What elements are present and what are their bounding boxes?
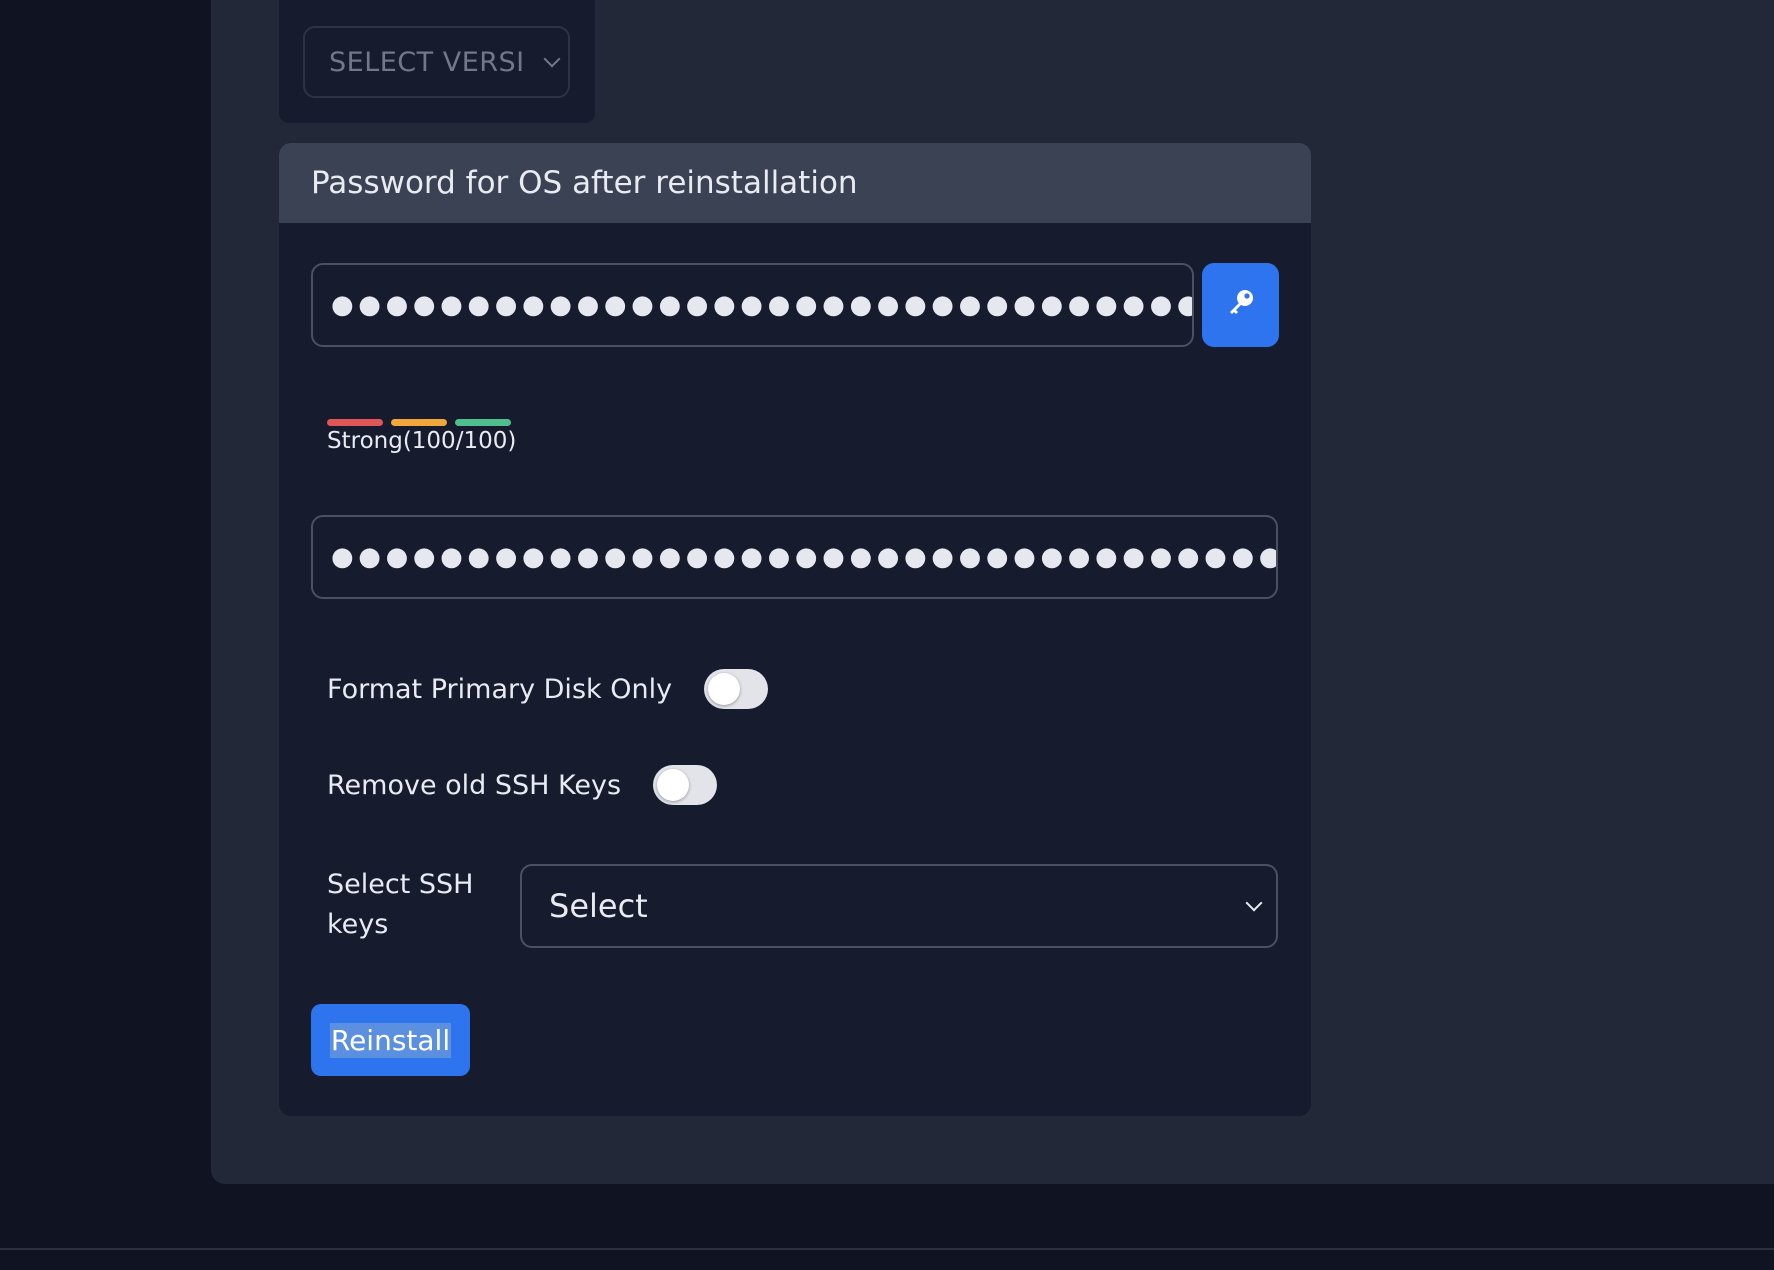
reinstall-button[interactable]: Reinstall	[311, 1004, 470, 1076]
password-card-title: Password for OS after reinstallation	[311, 165, 858, 201]
remove-ssh-keys-row: Remove old SSH Keys	[327, 763, 718, 807]
password-strength-meter: Strong(100/100)	[327, 419, 516, 454]
version-select[interactable]: SELECT VERSI	[303, 26, 570, 98]
toggle-knob	[708, 673, 741, 705]
sidebar	[0, 0, 211, 1248]
strength-bar-strong	[455, 419, 511, 426]
version-select-value: SELECT VERSI	[329, 46, 524, 78]
version-card: SELECT VERSI	[279, 0, 595, 123]
password-strength-label: Strong(100/100)	[327, 428, 517, 454]
chevron-down-icon	[543, 50, 561, 68]
format-primary-disk-toggle[interactable]	[704, 669, 769, 709]
password-card-header: Password for OS after reinstallation	[279, 143, 1311, 223]
password-input[interactable]: ●●●●●●●●●●●●●●●●●●●●●●●●●●●●●●●●●●●●●●●●…	[311, 263, 1194, 347]
password-card: Password for OS after reinstallation ●●●…	[279, 143, 1311, 1116]
ssh-keys-select-value: Select	[549, 887, 648, 925]
password-input-value: ●●●●●●●●●●●●●●●●●●●●●●●●●●●●●●●●●●●●●●●●…	[331, 290, 1192, 320]
reinstall-button-label: Reinstall	[329, 1022, 452, 1058]
generate-password-button[interactable]	[1202, 263, 1279, 347]
strength-bar-medium	[391, 419, 447, 426]
format-primary-disk-row: Format Primary Disk Only	[327, 667, 769, 711]
remove-ssh-keys-toggle[interactable]	[653, 765, 718, 805]
chevron-down-icon	[1245, 894, 1263, 912]
confirm-password-input[interactable]: ●●●●●●●●●●●●●●●●●●●●●●●●●●●●●●●●●●●●●●●●…	[311, 515, 1278, 599]
key-icon	[1226, 288, 1256, 323]
format-primary-disk-label: Format Primary Disk Only	[327, 673, 673, 705]
toggle-knob	[657, 769, 690, 801]
strength-bar-weak	[327, 419, 383, 426]
confirm-password-value: ●●●●●●●●●●●●●●●●●●●●●●●●●●●●●●●●●●●●●●●●…	[331, 542, 1278, 572]
ssh-keys-select[interactable]: Select	[520, 864, 1278, 948]
remove-ssh-keys-label: Remove old SSH Keys	[327, 769, 622, 801]
footer-divider	[0, 1248, 1774, 1250]
ssh-keys-label: Select SSH keys	[327, 869, 474, 940]
